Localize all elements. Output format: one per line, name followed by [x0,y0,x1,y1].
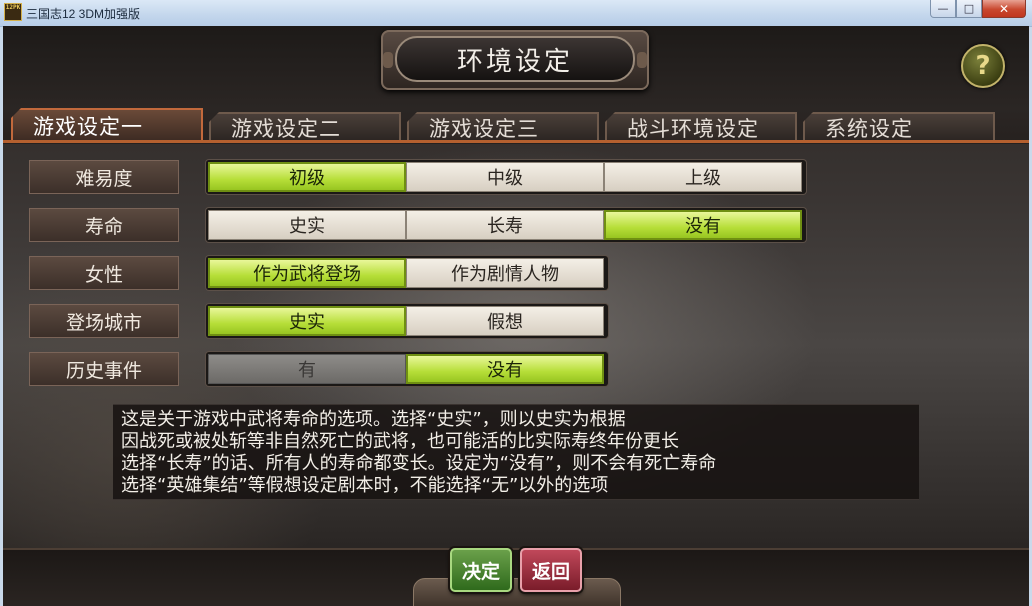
question-icon: ? [975,51,991,81]
female-option[interactable]: 作为剧情人物 [406,258,604,288]
window-title: 三国志12 3DM加强版 [26,7,141,21]
female-label: 女性 [29,256,179,290]
description-line: 这是关于游戏中武将寿命的选项。选择“史实”，则以史实为根据 [121,409,626,430]
game-area: 环境设定 ? 游戏设定一 游戏设定二 游戏设定三 战斗环境设定 系统设定 难易度… [3,26,1029,606]
bottom-ornament [413,578,621,606]
plaque-ornament-right [637,52,647,68]
description-box: 这是关于游戏中武将寿命的选项。选择“史实”，则以史实为根据 因战死或被处斩等非自… [113,404,919,500]
history-events-option[interactable]: 没有 [406,354,604,384]
description-line: 选择“英雄集结”等假想设定剧本时，不能选择“无”以外的选项 [121,475,609,496]
minimize-icon: — [937,2,949,15]
cities-option[interactable]: 假想 [406,306,604,336]
difficulty-option[interactable]: 中级 [406,162,604,192]
cities-option[interactable]: 史实 [208,306,406,336]
history-events-options: 有 没有 [206,352,608,386]
description-line: 选择“长寿”的话、所有人的寿命都变长。设定为“没有”，则不会有死亡寿命 [121,453,717,474]
tab-label: 战斗环境设定 [627,117,759,141]
back-button[interactable]: 返回 [520,548,582,592]
difficulty-label: 难易度 [29,160,179,194]
female-options: 作为武将登场 作为剧情人物 [206,256,608,290]
tab-game-settings-2[interactable]: 游戏设定二 [209,112,401,142]
tab-label: 游戏设定一 [33,115,143,139]
history-events-option[interactable]: 有 [208,354,406,384]
close-button[interactable]: ✕ [982,0,1026,18]
help-button[interactable]: ? [961,44,1005,88]
confirm-button[interactable]: 决定 [450,548,512,592]
maximize-button[interactable]: □ [956,0,982,18]
maximize-icon: □ [963,2,975,15]
plaque-ornament-left [383,52,393,68]
tab-battle-settings[interactable]: 战斗环境设定 [605,112,797,142]
lifespan-option[interactable]: 没有 [604,210,802,240]
tab-label: 系统设定 [825,117,913,141]
tab-bar: 游戏设定一 游戏设定二 游戏设定三 战斗环境设定 系统设定 [11,108,1021,144]
page-title: 环境设定 [456,46,573,77]
female-option[interactable]: 作为武将登场 [208,258,406,288]
tab-label: 游戏设定三 [429,117,539,141]
tab-game-settings-3[interactable]: 游戏设定三 [407,112,599,142]
difficulty-option[interactable]: 上级 [604,162,802,192]
lifespan-option[interactable]: 史实 [208,210,406,240]
cities-label: 登场城市 [29,304,179,338]
window-controls: — □ ✕ [930,0,1026,20]
close-icon: ✕ [998,1,1010,16]
title-plaque-inner: 环境设定 [395,36,635,82]
window-titlebar: 12PK 三国志12 3DM加强版 — □ ✕ [0,0,1032,27]
tab-game-settings-1[interactable]: 游戏设定一 [11,108,203,142]
history-events-label: 历史事件 [29,352,179,386]
description-line: 因战死或被处斩等非自然死亡的武将，也可能活的比实际寿终年份更长 [121,431,679,452]
app-icon: 12PK [4,3,22,21]
cities-options: 史实 假想 [206,304,608,338]
tab-underline [3,140,1029,143]
difficulty-options: 初级 中级 上级 [206,160,806,194]
lifespan-option[interactable]: 长寿 [406,210,604,240]
title-plaque: 环境设定 [381,30,649,90]
minimize-button[interactable]: — [930,0,956,18]
lifespan-options: 史实 长寿 没有 [206,208,806,242]
difficulty-option[interactable]: 初级 [208,162,406,192]
tab-label: 游戏设定二 [231,117,341,141]
tab-system-settings[interactable]: 系统设定 [803,112,995,142]
lifespan-label: 寿命 [29,208,179,242]
